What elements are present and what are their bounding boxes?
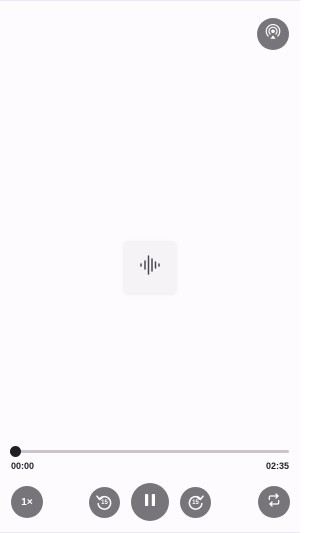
forward-15-icon: 15 [180, 487, 211, 518]
repeat-icon [266, 492, 282, 513]
cast-audio-icon [264, 23, 282, 46]
pause-icon [142, 492, 158, 513]
rewind-15-button[interactable]: 15 [89, 487, 120, 518]
seek-track [15, 450, 289, 453]
seek-thumb[interactable] [10, 446, 21, 457]
seek-bar[interactable] [10, 445, 289, 459]
speed-label: 1× [21, 496, 33, 508]
repeat-button[interactable] [258, 486, 290, 518]
total-duration: 02:35 [265, 461, 289, 471]
elapsed-time: 00:00 [11, 461, 35, 471]
audio-player-screen: 00:00 02:35 1× 15 15 [0, 0, 300, 533]
track-artwork [124, 241, 176, 293]
rewind-15-icon: 15 [89, 487, 120, 518]
rewind-seconds: 15 [101, 500, 108, 506]
forward-15-button[interactable]: 15 [180, 487, 211, 518]
playback-speed-button[interactable]: 1× [11, 486, 43, 518]
waveform-icon [138, 253, 162, 282]
pause-button[interactable] [131, 483, 169, 521]
forward-seconds: 15 [192, 500, 199, 506]
cast-button[interactable] [257, 18, 289, 50]
